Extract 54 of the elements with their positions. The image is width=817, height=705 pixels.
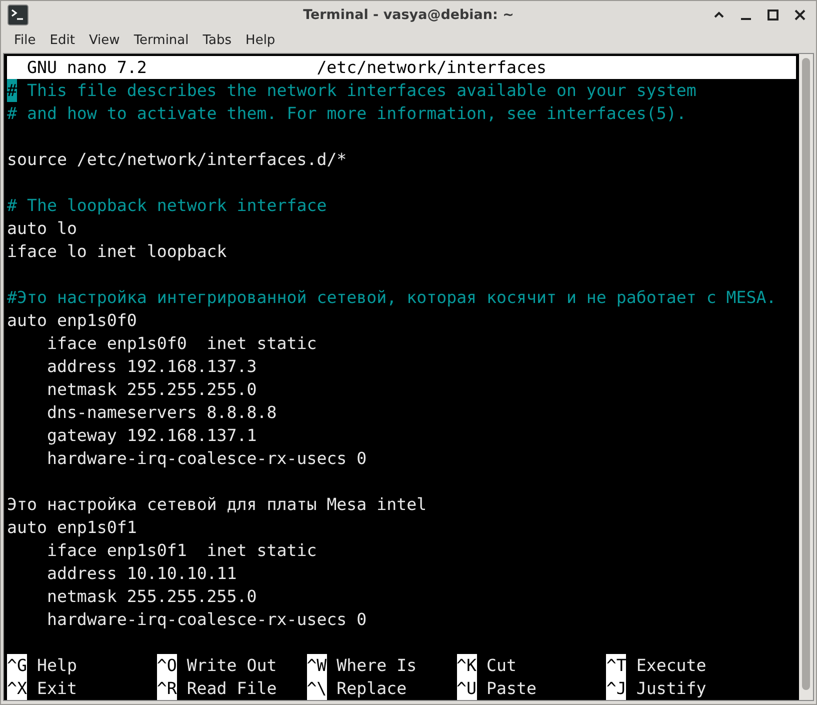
shortcut-label: Cut (486, 655, 516, 677)
shortcut-label: Read File (186, 678, 277, 700)
shortcut-key: ^J (606, 677, 626, 700)
shortcut-label: Execute (636, 655, 706, 677)
maximize-icon[interactable] (767, 9, 779, 22)
close-icon[interactable] (794, 9, 806, 22)
code-line: iface lo inet loopback (7, 242, 227, 261)
code-line: Это настройка сетевой для платы Mesa intel (7, 495, 427, 514)
code-line: dns-nameservers 8.8.8.8 (46, 403, 277, 422)
shortcut-label: Paste (486, 678, 536, 700)
menu-item[interactable]: Help (238, 32, 282, 48)
shortcut-key: ^U (456, 677, 477, 700)
code-line: source /etc/network/interfaces.d/* (7, 150, 347, 169)
code-line: auto enp1s0f0 (7, 311, 137, 330)
code-line: iface enp1s0f0 inet static (46, 334, 317, 353)
code-line: hardware-irq-coalesce-rx-usecs 0 (46, 449, 367, 468)
code-line: # The loopback network interface (7, 196, 327, 215)
code-line: hardware-irq-coalesce-rx-usecs 0 (46, 610, 367, 629)
shortcut-label: Replace (336, 678, 407, 700)
shortcut-key: ^\ (306, 677, 327, 700)
code-line: gateway 192.168.137.1 (46, 426, 257, 445)
shortcut-key: ^K (456, 654, 477, 677)
shortcut-label: Where Is (336, 655, 417, 677)
code-line: address 192.168.137.3 (46, 357, 257, 376)
shortcut-key: ^W (306, 654, 327, 677)
window-title: Terminal - vasya@debian: ~ (302, 7, 515, 24)
shortcut-key: ^X (7, 677, 27, 700)
shortcut-label: Help (36, 655, 77, 677)
file-name: /etc/network/interfaces (316, 57, 546, 79)
menu-item[interactable]: File (7, 32, 43, 48)
shortcut-label: Write Out (186, 655, 277, 677)
code-line: #Это настройка интегрированной сетевой, которая косячит и не работает с MESA. (7, 288, 776, 307)
menu-item[interactable]: Edit (42, 32, 82, 48)
shortcut-label: Exit (36, 678, 77, 700)
shortcut-key: ^T (606, 654, 626, 677)
shortcut-key: ^R (156, 677, 177, 700)
scrollbar-thumb[interactable] (802, 58, 810, 690)
shortcut-key: ^G (7, 654, 27, 677)
code-line: netmask 255.255.255.0 (46, 587, 257, 606)
nano-version: GNU nano 7.2 (26, 57, 147, 79)
scrollbar[interactable] (799, 54, 813, 700)
code-line: netmask 255.255.255.0 (46, 380, 257, 399)
menu-item[interactable]: View (82, 32, 127, 48)
menu-item[interactable]: Terminal (126, 32, 196, 48)
shortcut-key: ^O (156, 654, 177, 677)
code-line: # This file describes the network interfaces available on your system (7, 81, 696, 100)
code-line: auto lo (7, 219, 77, 238)
code-line: iface enp1s0f1 inet static (46, 541, 317, 560)
menu-item[interactable]: Tabs (196, 32, 239, 48)
code-line: # and how to activate them. For more information, see interfaces(5). (7, 104, 686, 123)
code-line: address 10.10.10.11 (46, 564, 237, 583)
terminal-icon (7, 4, 29, 26)
code-line: auto enp1s0f1 (7, 518, 137, 537)
shortcut-label: Justify (636, 678, 706, 700)
